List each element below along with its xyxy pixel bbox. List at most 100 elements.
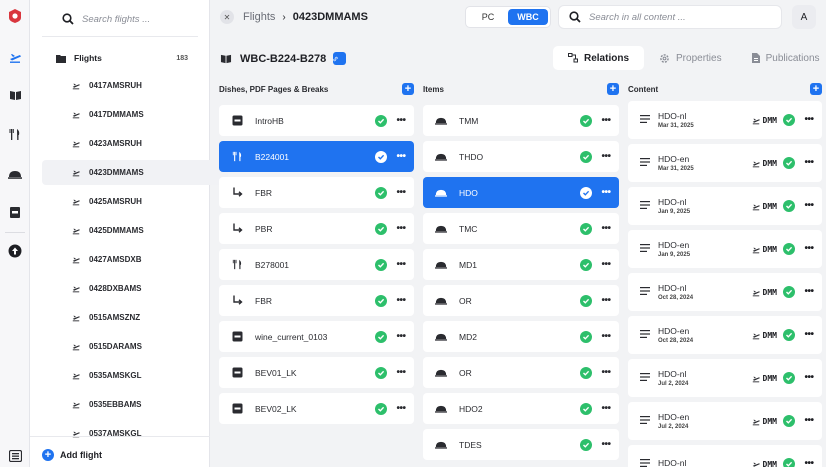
items-card[interactable]: OR ••• xyxy=(423,357,619,388)
content-card[interactable]: HDO-en Oct 28, 2024 DMM ••• xyxy=(628,316,822,354)
tab-publications[interactable]: Publications xyxy=(737,46,826,70)
more-options-icon[interactable]: ••• xyxy=(802,287,816,297)
content-card[interactable]: HDO-nl Jul 2, 2024 DMM ••• xyxy=(628,359,822,397)
more-options-icon[interactable]: ••• xyxy=(394,151,408,162)
more-options-icon[interactable]: ••• xyxy=(802,115,816,125)
tab-relations[interactable]: Relations xyxy=(553,46,645,70)
more-options-icon[interactable]: ••• xyxy=(394,223,408,234)
more-options-icon[interactable]: ••• xyxy=(802,201,816,211)
flight-item[interactable]: 0537AMSKGL xyxy=(42,421,228,446)
flights-section-header[interactable]: Flights 183 xyxy=(56,52,188,64)
content-card[interactable]: HDO-en Mar 31, 2025 DMM ••• xyxy=(628,144,822,182)
app-logo-icon[interactable] xyxy=(0,5,30,27)
items-card[interactable]: MD2 ••• xyxy=(423,321,619,352)
more-options-icon[interactable]: ••• xyxy=(802,416,816,426)
more-options-icon[interactable]: ••• xyxy=(394,367,408,378)
more-options-icon[interactable]: ••• xyxy=(599,223,613,234)
more-options-icon[interactable]: ••• xyxy=(394,187,408,198)
more-options-icon[interactable]: ••• xyxy=(802,459,816,467)
flight-search[interactable]: Search flights ... xyxy=(62,12,202,26)
flight-item[interactable]: 0425DMMAMS xyxy=(42,218,228,243)
avatar[interactable]: A xyxy=(792,5,816,29)
add-item-button[interactable]: + xyxy=(607,83,619,95)
dishes-nav-icon[interactable] xyxy=(0,123,30,145)
add-dish-button[interactable]: + xyxy=(402,83,414,95)
more-options-icon[interactable]: ••• xyxy=(599,403,613,414)
dishes-card[interactable]: PBR ••• xyxy=(219,213,414,244)
flight-item[interactable]: 0515AMSZNZ xyxy=(42,305,228,330)
dishes-card[interactable]: BEV01_LK ••• xyxy=(219,357,414,388)
content-card[interactable]: HDO-en Jul 2, 2024 DMM ••• xyxy=(628,402,822,440)
more-options-icon[interactable]: ••• xyxy=(394,331,408,342)
more-options-icon[interactable]: ••• xyxy=(599,187,613,198)
list-menu-icon[interactable] xyxy=(0,445,30,467)
content-card[interactable]: HDO-en Jan 9, 2025 DMM ••• xyxy=(628,230,822,268)
items-card[interactable]: THDO ••• xyxy=(423,141,619,172)
flight-item[interactable]: 0425AMSRUH xyxy=(42,189,228,214)
toggle-wbc[interactable]: WBC xyxy=(508,9,548,25)
more-options-icon[interactable]: ••• xyxy=(599,115,613,126)
content-card[interactable]: HDO-nl Oct 28, 2024 DMM ••• xyxy=(628,273,822,311)
flight-item[interactable]: 0417AMSRUH xyxy=(42,73,228,98)
pc-wbc-toggle[interactable]: PC WBC xyxy=(465,6,551,28)
dishes-card[interactable]: B278001 ••• xyxy=(219,249,414,280)
items-card[interactable]: TMM ••• xyxy=(423,105,619,136)
content-search[interactable]: Search in all content ... xyxy=(558,5,782,29)
more-options-icon[interactable]: ••• xyxy=(599,259,613,270)
flight-item[interactable]: 0535EBBAMS xyxy=(42,392,228,417)
dishes-card-label: FBR xyxy=(255,295,272,306)
flight-item[interactable]: 0423DMMAMS xyxy=(42,160,228,185)
flight-item[interactable]: 0427AMSDXB xyxy=(42,247,228,272)
station-tag: DMM xyxy=(751,288,777,297)
dishes-card[interactable]: wine_current_0103 ••• xyxy=(219,321,414,352)
more-options-icon[interactable]: ••• xyxy=(802,158,816,168)
more-options-icon[interactable]: ••• xyxy=(802,373,816,383)
tab-properties[interactable]: Properties xyxy=(644,46,737,70)
items-card[interactable]: TDES ••• xyxy=(423,429,619,460)
close-icon[interactable]: ✕ xyxy=(220,10,234,24)
dishes-card[interactable]: FBR ••• xyxy=(219,177,414,208)
more-options-icon[interactable]: ••• xyxy=(599,439,613,450)
dishes-card[interactable]: B224001 ••• xyxy=(219,141,414,172)
more-options-icon[interactable]: ••• xyxy=(599,367,613,378)
add-content-button[interactable]: + xyxy=(810,83,822,95)
more-options-icon[interactable]: ••• xyxy=(599,331,613,342)
book-nav-icon[interactable] xyxy=(0,84,30,106)
content-card[interactable]: HDO-nl Mar 31, 2025 DMM ••• xyxy=(628,101,822,139)
content-date: Mar 31, 2025 xyxy=(658,166,694,172)
more-options-icon[interactable]: ••• xyxy=(394,403,408,414)
upload-nav-icon[interactable] xyxy=(0,240,30,262)
flight-item[interactable]: 0535AMSKGL xyxy=(42,363,228,388)
more-options-icon[interactable]: ••• xyxy=(802,244,816,254)
items-card[interactable]: TMC ••• xyxy=(423,213,619,244)
more-options-icon[interactable]: ••• xyxy=(802,330,816,340)
more-options-icon[interactable]: ••• xyxy=(599,151,613,162)
items-card[interactable]: MD1 ••• xyxy=(423,249,619,280)
more-options-icon[interactable]: ••• xyxy=(599,295,613,306)
flight-item[interactable]: 0428DXBAMS xyxy=(42,276,228,301)
cloche-icon xyxy=(435,295,447,307)
flight-item[interactable]: 0515DARAMS xyxy=(42,334,228,359)
dishes-card[interactable]: IntroHB ••• xyxy=(219,105,414,136)
link-icon[interactable] xyxy=(333,52,347,65)
toggle-pc[interactable]: PC xyxy=(468,9,508,25)
more-options-icon[interactable]: ••• xyxy=(394,115,408,126)
content-card[interactable]: HDO-nl Jan 9, 2025 DMM ••• xyxy=(628,187,822,225)
items-card[interactable]: HDO ••• xyxy=(423,177,619,208)
flight-item[interactable]: 0423AMSRUH xyxy=(42,131,228,156)
items-card[interactable]: HDO2 ••• xyxy=(423,393,619,424)
dishes-card[interactable]: BEV02_LK ••• xyxy=(219,393,414,424)
breadcrumb-root[interactable]: Flights xyxy=(243,11,275,23)
content-card[interactable]: HDO-nl DMM ••• xyxy=(628,445,822,467)
dishes-card[interactable]: FBR ••• xyxy=(219,285,414,316)
pdf-nav-icon[interactable] xyxy=(0,201,30,223)
items-card[interactable]: OR ••• xyxy=(423,285,619,316)
flight-item[interactable]: 0417DMMAMS xyxy=(42,102,228,127)
items-nav-icon[interactable] xyxy=(0,163,30,185)
entity-title-text: WBC-B224-B278 xyxy=(240,52,327,65)
flights-nav-icon[interactable] xyxy=(0,46,30,68)
more-options-icon[interactable]: ••• xyxy=(394,295,408,306)
add-flight-button[interactable]: + Add flight xyxy=(42,449,102,461)
check-icon xyxy=(580,150,592,163)
more-options-icon[interactable]: ••• xyxy=(394,259,408,270)
